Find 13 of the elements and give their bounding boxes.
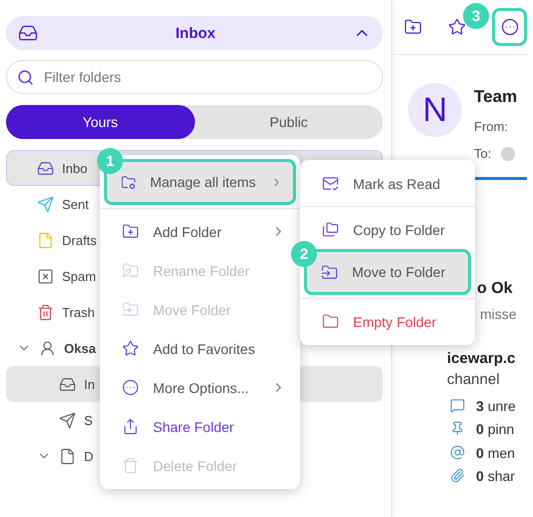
stat-text: 0 men <box>476 444 515 461</box>
stat-text: 0 pinn <box>476 421 514 438</box>
channel-label: channel <box>447 371 500 388</box>
message-snippet: misse <box>480 306 517 322</box>
channel-name: icewarp.c <box>447 350 516 367</box>
sender-name: Team <box>474 87 518 107</box>
stat-text: 0 shar <box>476 468 515 484</box>
avatar: N <box>408 83 462 137</box>
stat-text: 3 unre <box>476 398 516 414</box>
from-label: From: <box>474 119 509 134</box>
message-subject: o Ok <box>477 280 513 298</box>
to-label: To: <box>474 146 492 161</box>
step-badge: 3 <box>463 3 489 29</box>
